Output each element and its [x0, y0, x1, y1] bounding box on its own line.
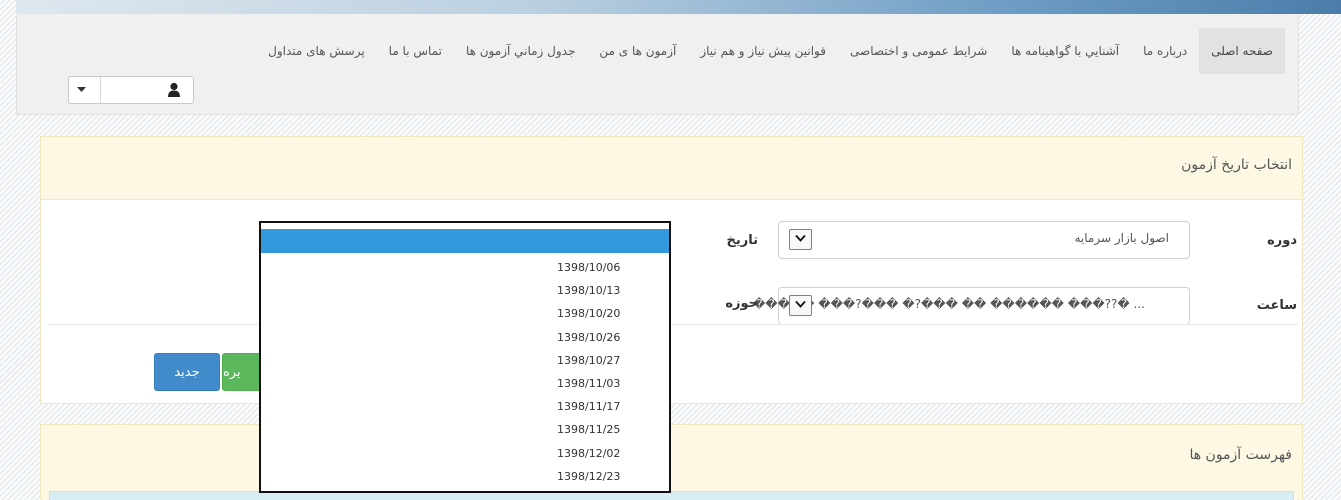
area-label: حوزه — [725, 296, 758, 311]
date-dropdown-list[interactable]: 1398/10/06 1398/10/13 1398/10/20 1398/10… — [259, 221, 671, 493]
nav-item-certificates[interactable]: آشنايي با گواهينامه ها — [999, 28, 1131, 74]
chevron-down-icon — [795, 234, 806, 242]
form-divider — [48, 324, 1298, 325]
user-icon — [167, 82, 181, 98]
course-select-value: اصول بازار سرمايه — [1074, 231, 1169, 245]
exam-list-panel: فهرست آزمون ها — [40, 424, 1303, 500]
date-option[interactable]: 1398/12/02 — [261, 442, 669, 465]
nav-item-faq[interactable]: پرسش های متداول — [256, 28, 377, 74]
save-button-label: يره — [223, 364, 241, 380]
date-option[interactable]: 1398/10/13 — [261, 279, 669, 302]
main-navbar: صفحه اصلی درباره ما آشنايي با گواهينامه … — [16, 14, 1299, 115]
date-option[interactable]: 1398/11/25 — [261, 418, 669, 441]
panel-heading: انتخاب تاريخ آزمون — [41, 137, 1302, 200]
exam-list-title: فهرست آزمون ها — [1189, 447, 1292, 463]
chevron-down-icon — [795, 300, 806, 308]
nav-menu: صفحه اصلی درباره ما آشنايي با گواهينامه … — [256, 28, 1285, 74]
date-option[interactable]: 1398/10/26 — [261, 326, 669, 349]
date-option-selected[interactable] — [261, 229, 669, 253]
date-option[interactable]: 1398/11/03 — [261, 372, 669, 395]
course-select-arrow[interactable] — [789, 229, 812, 250]
nav-item-my-exams[interactable]: آزمون ها ی من — [587, 28, 688, 74]
date-options: 1398/10/06 1398/10/13 1398/10/20 1398/10… — [261, 256, 669, 488]
time-label: ساعت — [1256, 298, 1297, 313]
exam-list-table-header — [49, 491, 1294, 500]
header-banner — [16, 0, 1341, 14]
date-option[interactable]: 1398/12/23 — [261, 465, 669, 488]
nav-item-conditions[interactable]: شرايط عمومی و اختصاصی — [838, 28, 999, 74]
nav-item-about[interactable]: درباره ما — [1131, 28, 1199, 74]
nav-item-home[interactable]: صفحه اصلی — [1199, 28, 1285, 74]
date-label: تاريخ — [726, 233, 759, 248]
user-menu-dropdown[interactable] — [68, 76, 194, 104]
date-option[interactable]: 1398/10/27 — [261, 349, 669, 372]
panel-title: انتخاب تاريخ آزمون — [1181, 157, 1292, 173]
dropdown-divider — [100, 77, 101, 103]
date-option[interactable]: 1398/10/06 — [261, 256, 669, 279]
course-select[interactable]: اصول بازار سرمايه — [778, 221, 1190, 259]
nav-item-prerequisites[interactable]: قوانين پيش نياز و هم نياز — [688, 28, 838, 74]
new-button[interactable]: جديد — [154, 353, 220, 391]
time-select[interactable]: ����� ���?��� �?��� �� ������ ���??� ... — [753, 287, 1190, 325]
caret-down-icon — [77, 81, 97, 99]
nav-item-exam-schedule[interactable]: جدول زماني آزمون ها — [454, 28, 587, 74]
nav-item-contact[interactable]: تماس با ما — [377, 28, 454, 74]
time-select-arrow[interactable] — [789, 295, 812, 316]
date-option[interactable]: 1398/11/17 — [261, 395, 669, 418]
course-label: دوره — [1267, 233, 1297, 248]
date-option[interactable]: 1398/10/20 — [261, 302, 669, 325]
